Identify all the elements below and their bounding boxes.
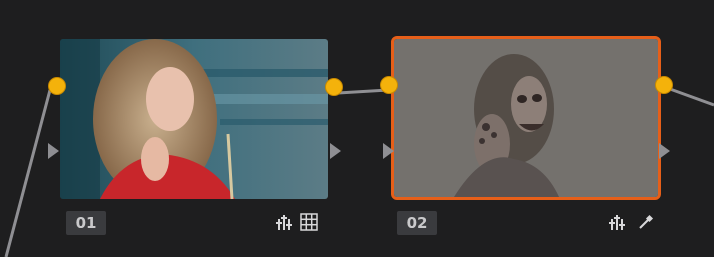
node-01-number: 01 <box>66 211 106 235</box>
link-input-to-node-01 <box>4 89 52 257</box>
node-graph-canvas[interactable]: 01 02 <box>0 0 714 257</box>
node-01-input-port[interactable] <box>48 77 66 95</box>
node-02-output-arrow <box>659 143 670 159</box>
levels-icon <box>609 213 627 231</box>
node-01-output-port[interactable] <box>325 78 343 96</box>
levels-icon <box>276 213 294 231</box>
node-02[interactable]: 02 <box>380 33 675 243</box>
node-02-input-port[interactable] <box>380 76 398 94</box>
node-01-thumbnail <box>60 39 328 199</box>
node-02-output-port[interactable] <box>655 76 673 94</box>
node-01-input-arrow <box>48 143 59 159</box>
node-02-thumbnail <box>391 36 661 200</box>
node-02-number: 02 <box>397 211 437 235</box>
node-02-input-arrow <box>383 143 394 159</box>
eyedropper-icon <box>637 213 655 231</box>
node-01[interactable]: 01 <box>48 33 343 243</box>
grid-icon <box>300 213 318 231</box>
node-01-output-arrow <box>330 143 341 159</box>
link-node-02-to-output <box>669 87 714 107</box>
